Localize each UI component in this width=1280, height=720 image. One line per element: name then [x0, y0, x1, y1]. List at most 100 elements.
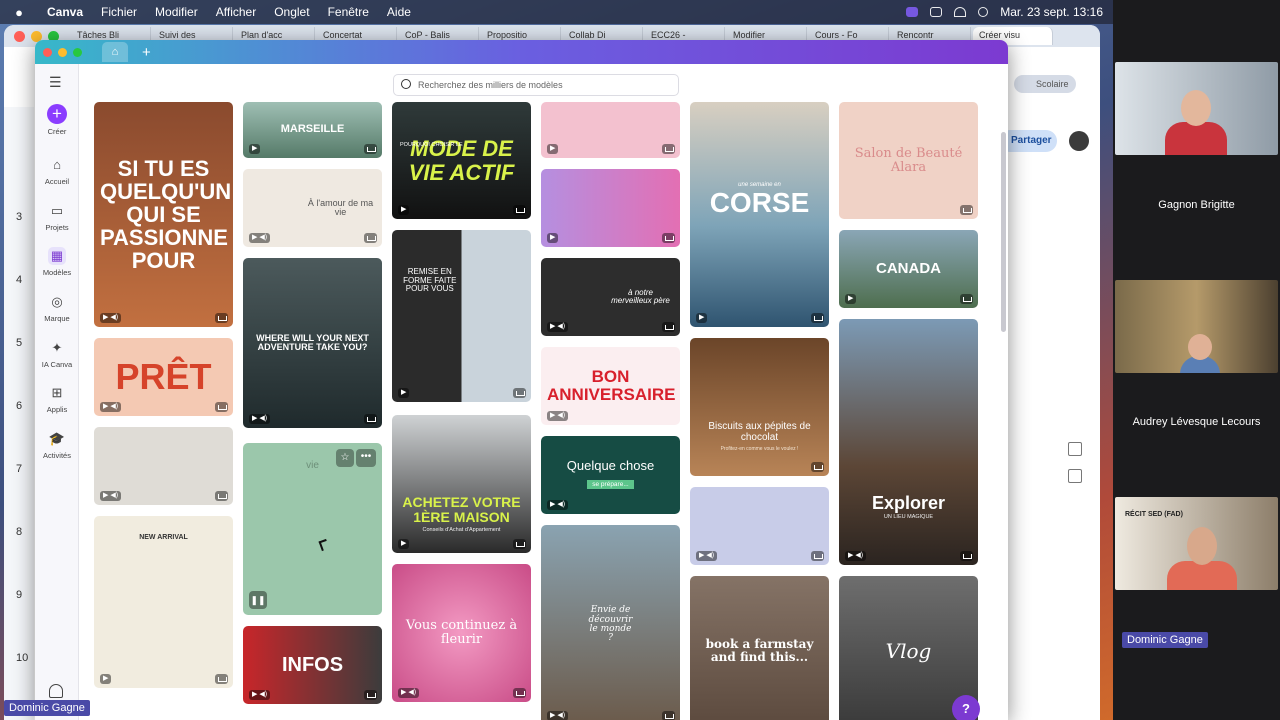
apple-icon[interactable]: ●: [0, 5, 38, 20]
template-card[interactable]: Vous continuez à fleurir ▶ ◀): [392, 564, 531, 702]
play-icon[interactable]: ▶ ◀): [249, 690, 271, 700]
template-card[interactable]: NEW ARRIVAL ▶: [94, 516, 233, 688]
cloud-icon[interactable]: [930, 7, 943, 17]
card-title: SI TU ES QUELQU'UN QUI SE PASSIONNE POUR: [100, 155, 232, 274]
more-options-icon[interactable]: •••: [356, 449, 376, 467]
template-card[interactable]: ACHETEZ VOTRE 1ÈRE MAISON Conseils d'Ach…: [392, 415, 531, 553]
play-icon[interactable]: ▶: [398, 205, 410, 215]
pause-icon[interactable]: ❚❚: [249, 591, 267, 609]
clock[interactable]: Mar. 23 sept. 13:16: [1000, 5, 1103, 19]
play-icon[interactable]: ▶: [845, 294, 857, 304]
template-card[interactable]: WHERE WILL YOUR NEXT ADVENTURE TAKE YOU?…: [243, 258, 382, 428]
sidebar-item-apps[interactable]: ⊞ Applis: [35, 384, 79, 414]
menu-icon[interactable]: ☰: [49, 74, 62, 91]
template-card[interactable]: MARSEILLE ▶: [243, 102, 382, 158]
template-card[interactable]: SI TU ES QUELQU'UN QUI SE PASSIONNE POUR…: [94, 102, 233, 327]
template-card[interactable]: Salon de Beauté Alara: [839, 102, 978, 219]
avatar[interactable]: [1069, 131, 1089, 151]
template-card[interactable]: REMISE EN FORME FAITE POUR VOUS ▶: [392, 230, 531, 402]
create-button[interactable]: + Créer: [35, 104, 79, 136]
play-icon[interactable]: ▶ ◀): [547, 711, 569, 720]
help-button[interactable]: ?: [952, 695, 980, 720]
play-icon[interactable]: ▶: [249, 144, 261, 154]
bell-icon[interactable]: [49, 684, 63, 698]
template-card-hovered[interactable]: vie ☆ ••• ❚❚: [243, 443, 382, 615]
menu-app[interactable]: Canva: [38, 5, 92, 19]
template-card[interactable]: Explorer UN LIEU MAGIQUE ▶ ◀): [839, 319, 978, 565]
template-card[interactable]: CANADA ▶: [839, 230, 978, 308]
template-card[interactable]: INFOS ▶ ◀): [243, 626, 382, 704]
template-card[interactable]: Envie de découvrir le monde ? ▶ ◀): [541, 525, 680, 720]
play-icon[interactable]: ▶: [547, 233, 559, 243]
sidebar-item-home[interactable]: ⌂ Accueil: [35, 156, 79, 186]
template-card[interactable]: À l'amour de ma vie ▶ ◀): [243, 169, 382, 247]
scrollbar[interactable]: [1001, 132, 1006, 332]
zoom-window-icon[interactable]: [73, 47, 82, 57]
screen-share-icon[interactable]: [906, 7, 919, 17]
menu-help[interactable]: Aide: [378, 5, 420, 19]
play-icon[interactable]: ▶ ◀): [100, 402, 122, 412]
play-icon[interactable]: ▶: [547, 144, 559, 154]
menu-window[interactable]: Fenêtre: [319, 5, 378, 19]
template-card[interactable]: ▶: [541, 169, 680, 247]
minimize-window-icon[interactable]: [58, 47, 67, 57]
template-card[interactable]: une semaine en CORSE ▶: [690, 102, 829, 327]
video-tile[interactable]: [1115, 62, 1278, 155]
template-card[interactable]: ▶: [541, 102, 680, 158]
menu-tab[interactable]: Onglet: [265, 5, 318, 19]
star-icon[interactable]: ☆: [336, 449, 354, 467]
play-icon[interactable]: ▶: [398, 388, 410, 398]
play-icon[interactable]: ▶: [100, 674, 112, 684]
play-icon[interactable]: ▶ ◀): [100, 313, 122, 323]
play-icon[interactable]: ▶ ◀): [398, 688, 420, 698]
video-tile[interactable]: [1115, 280, 1278, 373]
play-icon[interactable]: ▶ ◀): [249, 233, 271, 243]
comment-icon[interactable]: [1068, 442, 1082, 456]
video-tile[interactable]: RÉCIT SED (FAD): [1115, 497, 1278, 590]
folder-icon: ▭: [50, 203, 64, 218]
close-window-icon[interactable]: [14, 30, 25, 42]
sidebar-item-projects[interactable]: ▭ Projets: [35, 202, 79, 232]
template-card[interactable]: Quelque chose se prépare... ▶ ◀): [541, 436, 680, 514]
play-icon[interactable]: ▶ ◀): [547, 500, 569, 510]
sidebar-item-activities[interactable]: 🎓 Activités: [35, 430, 79, 460]
template-card[interactable]: PRÊT ▶ ◀): [94, 338, 233, 416]
sidebar-item-brand[interactable]: ◎ Marque: [35, 293, 79, 323]
search-input[interactable]: Recherchez des milliers de modèles: [393, 74, 679, 96]
play-icon[interactable]: ▶: [398, 539, 410, 549]
menu-file[interactable]: Fichier: [92, 5, 146, 19]
play-icon[interactable]: ▶ ◀): [547, 322, 569, 332]
participant-figure: [1181, 90, 1211, 126]
apps-icon: ⊞: [51, 385, 63, 400]
menu-edit[interactable]: Modifier: [146, 5, 207, 19]
play-icon[interactable]: ▶ ◀): [845, 551, 867, 561]
card-title: REMISE EN FORME FAITE POUR VOUS: [403, 267, 457, 294]
menu-view[interactable]: Afficher: [207, 5, 265, 19]
template-card[interactable]: Biscuits aux pépites de chocolat Profite…: [690, 338, 829, 476]
profile-chip[interactable]: Scolaire: [1014, 75, 1076, 93]
play-icon[interactable]: ▶ ◀): [100, 491, 122, 501]
play-icon[interactable]: ▶ ◀): [249, 414, 271, 424]
template-card[interactable]: BON ANNIVERSAIRE ▶ ◀): [541, 347, 680, 425]
template-card[interactable]: book a farmstay and find this...: [690, 576, 829, 720]
sidebar-item-ai[interactable]: ✦ IA Canva: [35, 339, 79, 369]
sidebar-item-label: Projets: [45, 223, 69, 232]
sidebar-item-templates[interactable]: ▦ Modèles: [35, 247, 79, 277]
crown-icon: [513, 388, 526, 398]
close-window-icon[interactable]: [43, 47, 52, 57]
template-card[interactable]: POURQUOI CHOISIR LE MODE DE VIE ACTIF ▶: [392, 102, 531, 219]
wifi-icon[interactable]: [954, 7, 967, 17]
search-icon[interactable]: [978, 7, 989, 17]
card-title: BON ANNIVERSAIRE: [547, 367, 676, 404]
play-icon[interactable]: ▶ ◀): [547, 411, 569, 421]
play-icon[interactable]: ▶: [696, 313, 708, 323]
template-card[interactable]: à notre merveilleux père ▶ ◀): [541, 258, 680, 336]
new-tab-icon[interactable]: +: [142, 44, 151, 61]
graduation-cap-icon: 🎓: [48, 431, 66, 446]
home-tab-icon[interactable]: ⌂: [102, 42, 128, 62]
folder-icon[interactable]: [1068, 469, 1082, 483]
play-icon[interactable]: ▶ ◀): [696, 551, 718, 561]
template-card[interactable]: ▶ ◀): [94, 427, 233, 505]
template-card[interactable]: ▶ ◀): [690, 487, 829, 565]
line-number-gutter: 3 4 5 6 7 8 9 10: [4, 107, 34, 720]
